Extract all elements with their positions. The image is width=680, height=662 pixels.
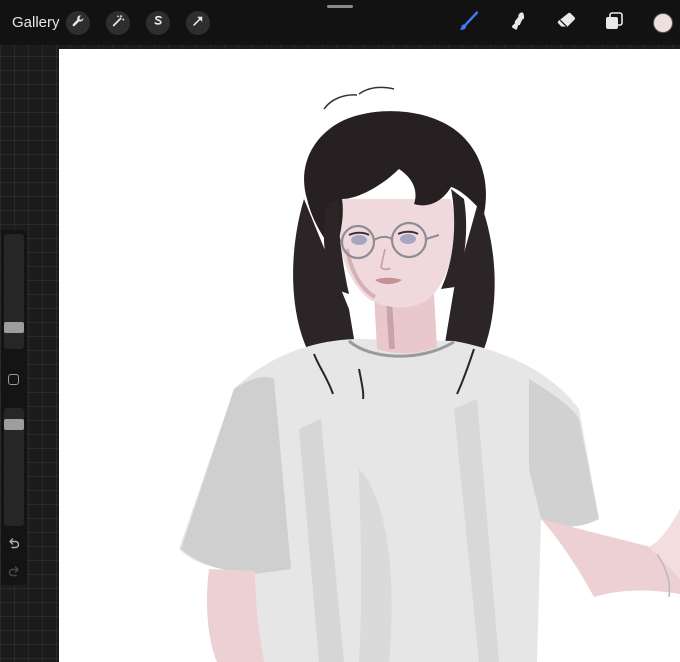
color-swatch[interactable]	[653, 13, 673, 33]
modify-button[interactable]	[8, 374, 19, 385]
brush-button[interactable]	[456, 10, 482, 36]
drawing-canvas[interactable]	[59, 49, 680, 662]
undo-icon	[6, 538, 22, 556]
drag-handle[interactable]	[327, 5, 353, 8]
opacity-thumb[interactable]	[4, 418, 24, 430]
actions-button[interactable]	[66, 11, 90, 35]
magic-wand-icon	[111, 14, 125, 33]
brush-icon	[458, 10, 480, 37]
selection-button[interactable]	[146, 11, 170, 35]
gallery-button[interactable]: Gallery	[12, 14, 60, 32]
layers-button[interactable]	[601, 10, 627, 36]
brush-size-thumb[interactable]	[4, 322, 24, 334]
procreate-app: Gallery	[0, 0, 680, 662]
selection-s-icon	[151, 14, 165, 33]
top-toolbar: Gallery	[0, 0, 680, 45]
wrench-icon	[71, 14, 85, 33]
smudge-icon	[507, 10, 529, 37]
redo-button[interactable]	[6, 564, 22, 580]
smudge-button[interactable]	[505, 10, 531, 36]
transform-button[interactable]	[186, 11, 210, 35]
transform-arrow-icon	[191, 14, 205, 33]
layers-icon	[603, 10, 625, 37]
undo-button[interactable]	[6, 536, 22, 552]
adjustments-button[interactable]	[106, 11, 130, 35]
artwork	[179, 86, 680, 662]
redo-icon	[6, 566, 22, 584]
eraser-icon	[555, 10, 577, 37]
eraser-button[interactable]	[553, 10, 579, 36]
left-sidebar	[1, 230, 27, 585]
